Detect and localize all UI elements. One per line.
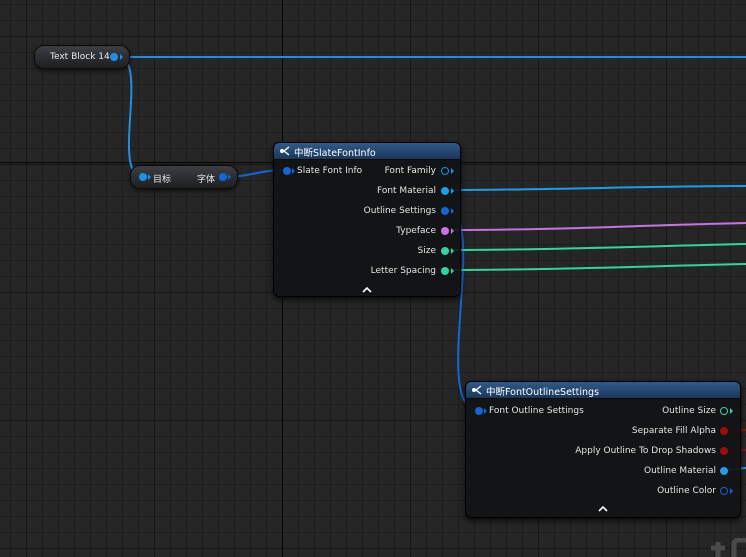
- slate-font-info-input-label: Slate Font Info: [297, 166, 363, 176]
- text-block-variable-node[interactable]: Text Block 14: [34, 45, 130, 69]
- apply-outline-to-drop-shadows-label: Apply Outline To Drop Shadows: [575, 446, 716, 456]
- font-outline-settings-input-label: Font Outline Settings: [489, 406, 584, 416]
- outline-settings-output-pin[interactable]: [441, 207, 449, 215]
- outline-settings-output-arrow: [451, 208, 454, 214]
- watermark-glyph-icon: [711, 538, 746, 557]
- typeface-label: Typeface: [396, 226, 436, 236]
- blueprint-graph-canvas[interactable]: Text Block 14 目标 字体 中断SlateFontInfo Slat…: [0, 0, 746, 557]
- text-block-pin-arrow: [120, 54, 123, 60]
- letter-spacing-output-pin[interactable]: [441, 267, 449, 275]
- target-pin-arrow: [148, 174, 151, 180]
- target-label: 目标: [153, 175, 172, 185]
- font-output-pin[interactable]: [219, 173, 227, 181]
- font-family-output-pin[interactable]: [441, 167, 449, 175]
- font-getter-node[interactable]: 目标 字体: [130, 165, 238, 189]
- node-title: 中断FontOutlineSettings: [486, 387, 600, 398]
- wire-size-out[interactable]: [445, 243, 746, 251]
- chevron-up-icon[interactable]: [357, 284, 377, 296]
- letter-spacing-label: Letter Spacing: [370, 266, 436, 276]
- font-material-output-pin[interactable]: [441, 187, 449, 195]
- separate-fill-alpha-output-pin[interactable]: [720, 427, 728, 435]
- typeface-output-pin[interactable]: [441, 227, 449, 235]
- outline-size-output-pin[interactable]: [720, 407, 728, 415]
- font-material-label: Font Material: [376, 186, 436, 196]
- outline-color-output-arrow: [730, 488, 733, 494]
- node-title: 中断SlateFontInfo: [294, 148, 376, 159]
- wire-letter-spacing-out[interactable]: [445, 263, 746, 271]
- size-label: Size: [417, 246, 436, 256]
- function-icon: [280, 146, 290, 156]
- font-family-label: Font Family: [384, 166, 436, 176]
- font-material-output-arrow: [451, 188, 454, 194]
- font-family-output-arrow: [451, 168, 454, 174]
- function-icon: [472, 385, 482, 395]
- outline-size-output-arrow: [730, 408, 733, 414]
- wire-text-block-to-target[interactable]: [117, 56, 144, 178]
- slate-font-info-input-arrow: [292, 168, 295, 174]
- letter-spacing-output-arrow: [451, 268, 454, 274]
- separate-fill-alpha-label: Separate Fill Alpha: [631, 426, 716, 436]
- node-header[interactable]: 中断SlateFontInfo: [274, 143, 460, 160]
- size-output-pin[interactable]: [441, 247, 449, 255]
- target-input-pin[interactable]: [139, 173, 147, 181]
- outline-color-output-pin[interactable]: [720, 487, 728, 495]
- node-header[interactable]: 中断FontOutlineSettings: [466, 382, 740, 399]
- text-block-output-pin[interactable]: [110, 53, 118, 61]
- size-output-arrow: [451, 248, 454, 254]
- outline-settings-label: Outline Settings: [363, 206, 436, 216]
- outline-material-output-pin[interactable]: [720, 467, 728, 475]
- break-font-outline-settings-node[interactable]: 中断FontOutlineSettings Font Outline Setti…: [465, 381, 741, 518]
- font-output-arrow: [228, 174, 231, 180]
- break-slate-font-info-node[interactable]: 中断SlateFontInfo Slate Font Info Font Fam…: [273, 142, 461, 297]
- font-outline-settings-input-arrow: [484, 408, 487, 414]
- chevron-up-icon[interactable]: [593, 503, 613, 515]
- outline-material-label: Outline Material: [644, 466, 716, 476]
- apply-outline-to-drop-shadows-output-pin[interactable]: [720, 447, 728, 455]
- slate-font-info-input-pin[interactable]: [283, 167, 291, 175]
- wire-font-material-out[interactable]: [445, 185, 746, 191]
- outline-color-label: Outline Color: [657, 486, 716, 496]
- typeface-output-arrow: [451, 228, 454, 234]
- font-output-label: 字体: [197, 175, 216, 185]
- wire-typeface-out[interactable]: [445, 222, 746, 231]
- text-block-label: Text Block 14: [50, 52, 110, 62]
- outline-size-label: Outline Size: [662, 406, 716, 416]
- font-outline-settings-input-pin[interactable]: [475, 407, 483, 415]
